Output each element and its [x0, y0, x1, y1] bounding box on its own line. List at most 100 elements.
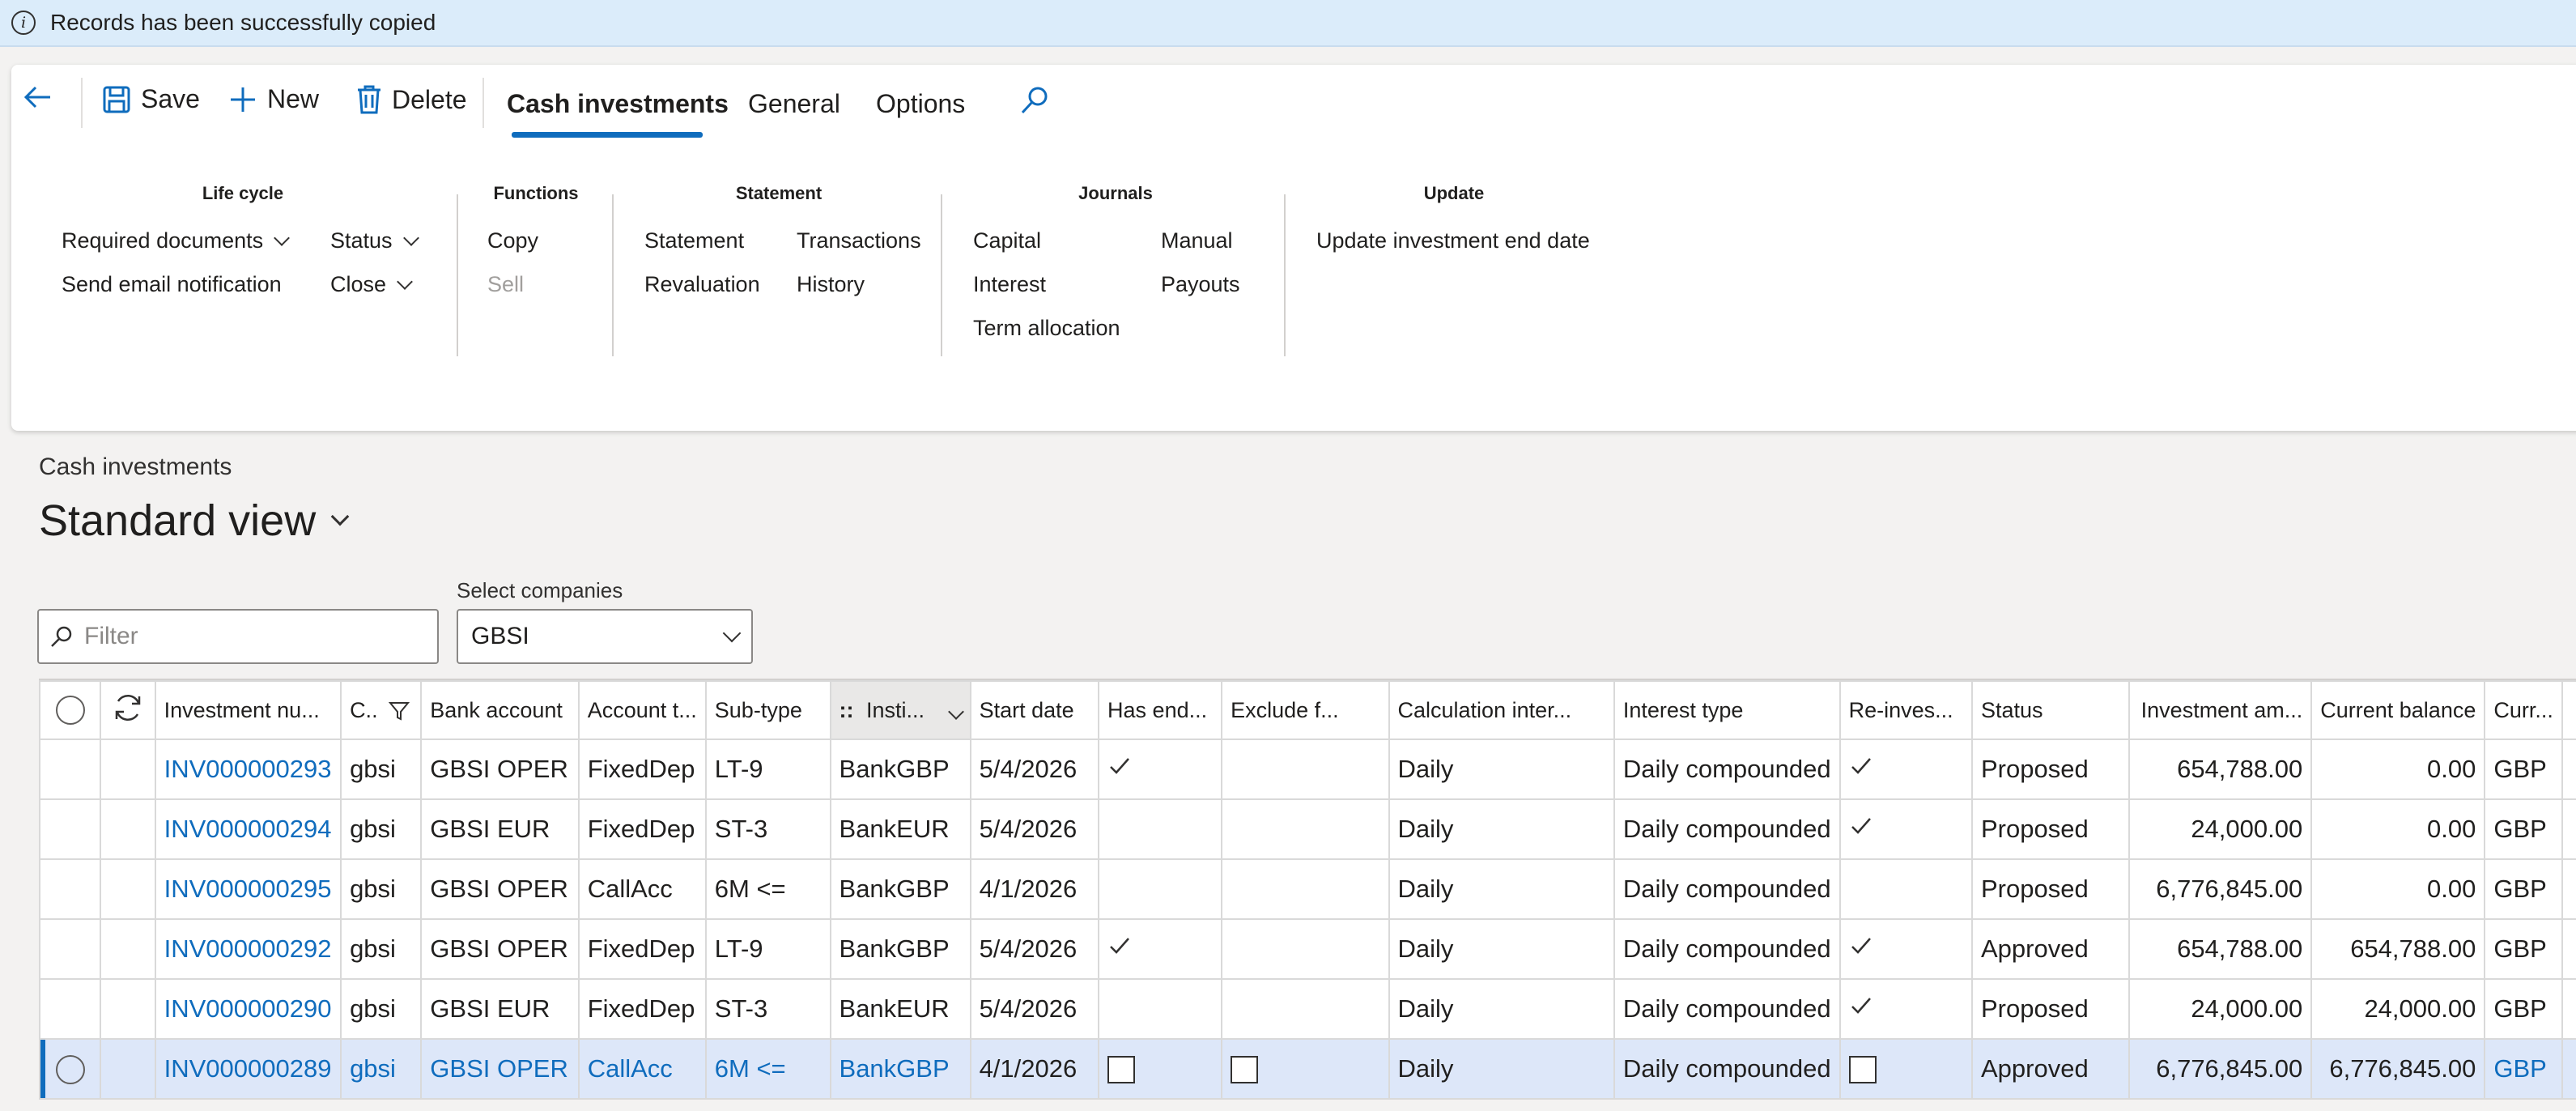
column-header-investment-number[interactable]: Investment nu... [154, 680, 342, 740]
investment-number-link[interactable]: INV000000293 [154, 739, 342, 800]
bank-account-cell: GBSI OPER [420, 1038, 580, 1100]
column-header-current-balance[interactable]: Current balance [2310, 680, 2486, 740]
copy-button[interactable]: Copy [487, 228, 538, 253]
table-row[interactable]: INV000000289 gbsi GBSI OPER CallAcc 6M <= Ban… [38, 1038, 2576, 1100]
tab-cash-investments[interactable]: Cash investments [507, 89, 729, 119]
current-balance-cell: 0.00 [2310, 798, 2486, 860]
manual-button[interactable]: Manual [1161, 228, 1233, 253]
investment-number-link[interactable]: INV000000292 [154, 918, 342, 980]
investment-number-link[interactable]: INV000000294 [154, 798, 342, 860]
currency-cell: GBP [2484, 918, 2563, 980]
column-header-currency[interactable]: Curr... [2484, 680, 2563, 740]
investment-number-link[interactable]: INV000000290 [154, 978, 342, 1040]
close-menu[interactable]: Close [330, 272, 413, 297]
required-documents-menu[interactable]: Required documents [62, 228, 291, 253]
reinvest-cell[interactable] [1838, 1038, 1974, 1100]
calc-interval-cell: Daily [1388, 918, 1615, 980]
status-cell: Proposed [1970, 858, 2131, 920]
has-end-cell[interactable] [1098, 1038, 1223, 1100]
column-header-reinvest[interactable]: Re-inves... [1838, 680, 1974, 740]
filter-input[interactable]: Filter [37, 609, 439, 664]
update-investment-end-date-button[interactable]: Update investment end date [1316, 228, 1590, 253]
close-label: Close [330, 272, 387, 296]
radio-icon [55, 1054, 85, 1084]
bank-account-cell: GBSI OPER [420, 858, 580, 920]
has-end-cell [1098, 798, 1223, 860]
checkbox[interactable] [1231, 1056, 1259, 1084]
table-row[interactable]: INV000000295 gbsi GBSI OPER CallAcc 6M <= Ban… [38, 858, 2576, 920]
refresh-button[interactable] [100, 680, 156, 740]
plus-icon [231, 87, 255, 112]
history-button[interactable]: History [797, 272, 865, 297]
term-allocation-button[interactable]: Term allocation [973, 316, 1120, 341]
row-select[interactable] [38, 858, 102, 920]
drag-handle-icon[interactable]: :: [840, 698, 854, 722]
status-menu[interactable]: Status [330, 228, 419, 253]
row-select[interactable] [38, 918, 102, 980]
row-select[interactable] [38, 978, 102, 1040]
sell-button[interactable]: Sell [487, 272, 524, 297]
send-email-notification-button[interactable]: Send email notification [62, 272, 282, 297]
exclude-cell [1221, 918, 1390, 980]
interest-button[interactable]: Interest [973, 272, 1046, 297]
column-header-account-type[interactable]: Account t... [577, 680, 707, 740]
checkbox[interactable] [1107, 1056, 1136, 1084]
tab-general[interactable]: General [748, 89, 840, 119]
select-all-radio[interactable] [38, 680, 102, 740]
column-header-interest-type[interactable]: Interest type [1613, 680, 1841, 740]
column-header-company[interactable]: C.. [340, 680, 423, 740]
save-button[interactable]: Save [102, 84, 200, 114]
group-title-journals: Journals [1078, 183, 1153, 203]
row-select[interactable] [38, 1038, 102, 1100]
account-type-cell: FixedDep [577, 978, 707, 1040]
calc-interval-cell: Daily [1388, 798, 1615, 860]
search-button[interactable] [1018, 84, 1051, 125]
column-header-institution[interactable]: :: Insti... [829, 680, 971, 740]
investment-amount-cell: 6,776,845.00 [2128, 858, 2313, 920]
start-date-cell: 4/1/2026 [969, 1038, 1100, 1100]
institution-cell: BankGBP [829, 1038, 971, 1100]
search-icon [1021, 87, 1048, 114]
bank-account-cell: GBSI OPER [420, 918, 580, 980]
has-end-cell [1098, 858, 1223, 920]
table-row[interactable]: INV000000292 gbsi GBSI OPER FixedDep LT-9 Ban… [38, 918, 2576, 980]
column-header-status[interactable]: Status [1970, 680, 2131, 740]
back-button[interactable] [21, 81, 53, 113]
exclude-cell[interactable] [1221, 1038, 1390, 1100]
capital-button[interactable]: Capital [973, 228, 1041, 253]
account-type-cell: CallAcc [577, 1038, 707, 1100]
calc-interval-cell: Daily [1388, 739, 1615, 800]
column-header-has-end[interactable]: Has end... [1098, 680, 1223, 740]
column-header-exclude[interactable]: Exclude f... [1221, 680, 1390, 740]
current-balance-cell: 6,776,845.00 [2310, 1038, 2486, 1100]
column-header-calc-interval[interactable]: Calculation inter... [1388, 680, 1615, 740]
exclude-cell [1221, 739, 1390, 800]
column-header-sub-type[interactable]: Sub-type [704, 680, 831, 740]
companies-select[interactable]: GBSI [457, 609, 753, 664]
current-balance-cell: 0.00 [2310, 739, 2486, 800]
row-spacer [100, 739, 156, 800]
revaluation-button[interactable]: Revaluation [644, 272, 760, 297]
investment-number-link[interactable]: INV000000295 [154, 858, 342, 920]
overflow-cell [2561, 978, 2576, 1040]
investment-number-link[interactable]: INV000000289 [154, 1038, 342, 1100]
interest-type-cell: Daily compounded [1613, 978, 1841, 1040]
delete-button[interactable]: Delete [356, 84, 467, 115]
row-select[interactable] [38, 739, 102, 800]
row-select[interactable] [38, 798, 102, 860]
statement-button[interactable]: Statement [644, 228, 744, 253]
tab-options[interactable]: Options [876, 89, 965, 119]
column-header-investment-amount[interactable]: Investment am... [2128, 680, 2313, 740]
table-row[interactable]: INV000000294 gbsi GBSI EUR FixedDep ST-3 Bank… [38, 798, 2576, 860]
view-selector[interactable]: Standard view [39, 496, 350, 546]
column-header-start-date[interactable]: Start date [969, 680, 1100, 740]
table-row[interactable]: INV000000290 gbsi GBSI EUR FixedDep ST-3 Bank… [38, 978, 2576, 1040]
transactions-button[interactable]: Transactions [797, 228, 921, 253]
new-button[interactable]: New [228, 84, 319, 114]
trash-icon [358, 85, 380, 114]
column-header-bank-account[interactable]: Bank account [420, 680, 580, 740]
currency-cell: GBP [2484, 858, 2563, 920]
table-row[interactable]: INV000000293 gbsi GBSI OPER FixedDep LT-9 Ban… [38, 739, 2576, 800]
payouts-button[interactable]: Payouts [1161, 272, 1240, 297]
checkbox[interactable] [1848, 1056, 1877, 1084]
